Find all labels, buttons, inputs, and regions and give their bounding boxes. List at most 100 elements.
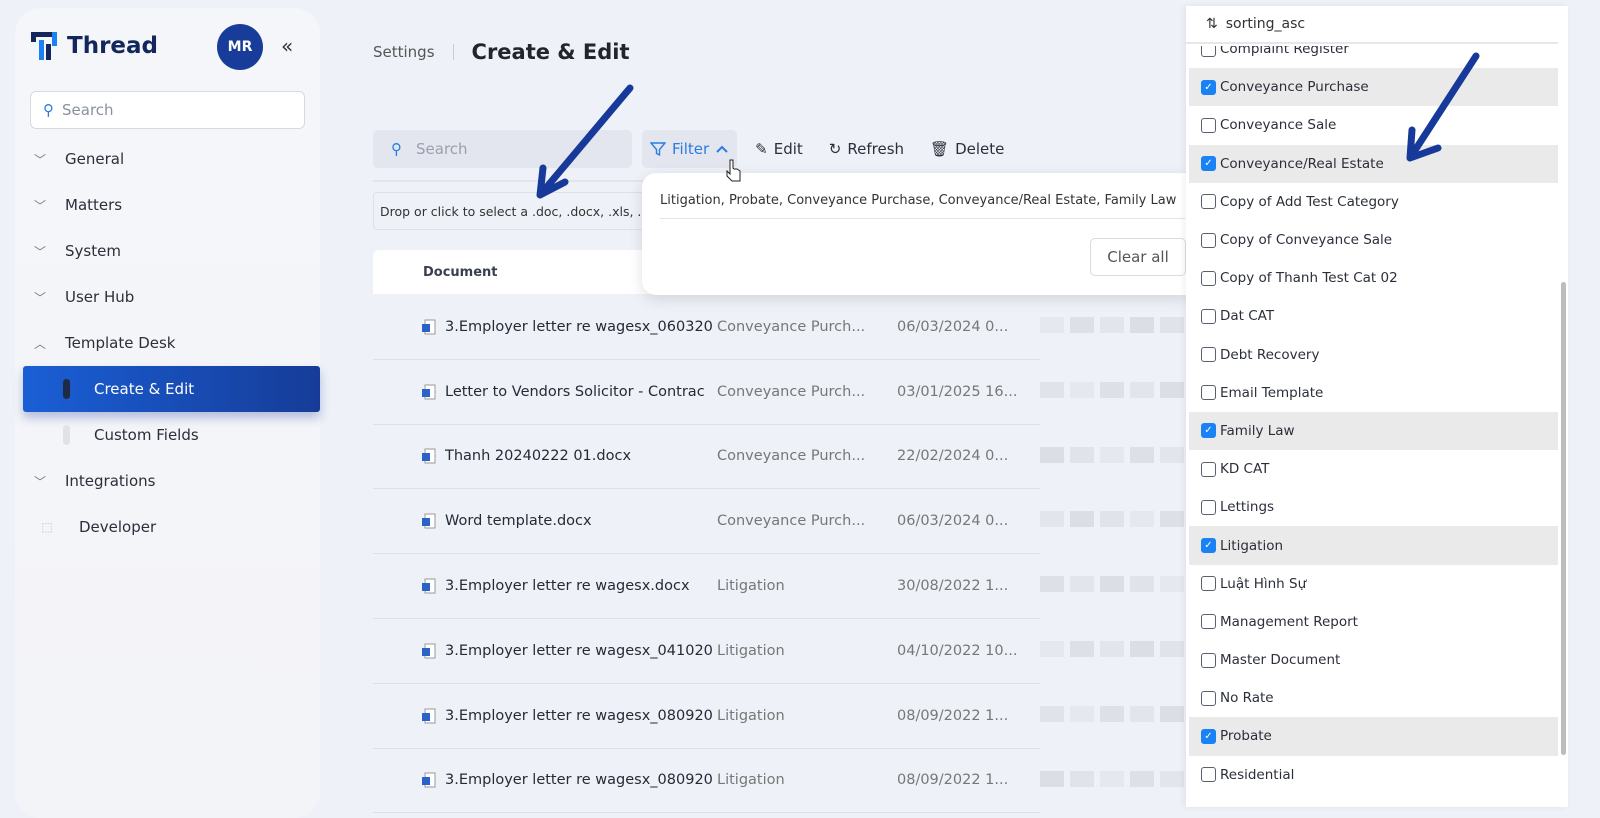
checkbox[interactable]: ✓ bbox=[1201, 156, 1216, 172]
checkbox[interactable] bbox=[1201, 308, 1216, 324]
breadcrumb-divider bbox=[452, 44, 454, 60]
document-name[interactable]: Thanh 20240222 01.docx bbox=[445, 448, 717, 464]
document-name[interactable]: 3.Employer letter re wagesx_060320 bbox=[445, 319, 717, 335]
table-row[interactable]: 3.Employer letter re wagesx_041020 Litiga… bbox=[373, 619, 1040, 684]
category-option[interactable]: Residential bbox=[1189, 756, 1558, 794]
search-input[interactable]: ⚲ Search bbox=[373, 130, 632, 168]
checkbox[interactable] bbox=[1201, 614, 1216, 630]
table-row[interactable]: Word template.docx Conveyance Purch... 06/… bbox=[373, 489, 1040, 555]
sort-icon: ⇅ bbox=[1206, 16, 1218, 32]
sidebar-item-label: Custom Fields bbox=[94, 426, 199, 444]
sidebar-item-matters[interactable]: ﹀ Matters bbox=[15, 182, 320, 228]
file-drop-zone[interactable]: Drop or click to select a .doc, .docx, .… bbox=[373, 192, 653, 230]
redacted-column bbox=[1040, 295, 1185, 807]
document-name[interactable]: 3.Employer letter re wagesx_080920 bbox=[445, 708, 717, 724]
delete-button[interactable]: 🗑 Delete bbox=[922, 130, 1012, 168]
option-label: Family Law bbox=[1220, 422, 1295, 439]
sidebar-item-create-edit[interactable]: Create & Edit bbox=[23, 366, 320, 412]
table-row[interactable]: 3.Employer letter re wagesx_080920 Litiga… bbox=[373, 684, 1040, 749]
filter-selected-values[interactable]: Litigation, Probate, Conveyance Purchase… bbox=[660, 193, 1185, 219]
category-option[interactable]: ✓ Family Law bbox=[1189, 411, 1558, 451]
checkbox[interactable] bbox=[1201, 461, 1216, 477]
option-label: Conveyance Purchase bbox=[1220, 79, 1369, 96]
category-option[interactable]: No Rate bbox=[1189, 679, 1558, 717]
sidebar-item-developer[interactable]: ⬚ Developer bbox=[15, 504, 320, 550]
checkbox[interactable]: ✓ bbox=[1201, 728, 1216, 744]
option-label: KD CAT bbox=[1220, 461, 1270, 478]
document-name[interactable]: 3.Employer letter re wagesx_041020 bbox=[445, 643, 717, 659]
refresh-button[interactable]: ↻ Refresh bbox=[821, 130, 912, 168]
word-document-icon bbox=[422, 513, 436, 529]
category-options[interactable]: Complaint Register ✓ Conveyance Purchase Co… bbox=[1186, 46, 1558, 807]
category-option[interactable]: Dat CAT bbox=[1189, 297, 1558, 335]
filter-icon bbox=[650, 142, 666, 157]
sidebar-item-custom-fields[interactable]: Custom Fields bbox=[15, 412, 320, 458]
category-option[interactable]: Copy of Add Test Category bbox=[1189, 183, 1558, 221]
category-option[interactable]: ✓ Probate bbox=[1189, 717, 1558, 756]
double-chevron-left-icon[interactable]: « bbox=[281, 34, 293, 58]
filter-button[interactable]: Filter bbox=[642, 130, 738, 168]
redacted-cell bbox=[1100, 641, 1124, 657]
category-option[interactable]: ✓ Litigation bbox=[1189, 526, 1558, 565]
checkbox[interactable]: ✓ bbox=[1201, 538, 1216, 554]
category-option[interactable]: ✓ Conveyance Purchase bbox=[1189, 68, 1558, 107]
category-option[interactable]: Conveyance Sale bbox=[1189, 106, 1558, 144]
sort-header[interactable]: ⇅ sorting_asc bbox=[1186, 6, 1558, 44]
checkbox[interactable] bbox=[1201, 194, 1216, 210]
category-option[interactable]: KD CAT bbox=[1189, 450, 1558, 488]
checkbox[interactable] bbox=[1201, 232, 1216, 248]
table-row[interactable]: 3.Employer letter re wagesx_080920 Litiga… bbox=[373, 749, 1040, 814]
nav-indicator bbox=[63, 425, 70, 445]
document-name[interactable]: Letter to Vendors Solicitor - Contrac bbox=[445, 384, 717, 400]
category-option[interactable]: Copy of Thanh Test Cat 02 bbox=[1189, 259, 1558, 297]
checkbox[interactable] bbox=[1201, 652, 1216, 668]
edit-button[interactable]: ✎ Edit bbox=[747, 130, 811, 168]
option-label: Conveyance/Real Estate bbox=[1220, 155, 1384, 172]
word-document-icon bbox=[422, 772, 436, 788]
document-category: Litigation bbox=[717, 772, 785, 789]
category-option[interactable]: Luật Hình Sự bbox=[1189, 565, 1558, 603]
checkbox[interactable]: ✓ bbox=[1201, 79, 1216, 95]
document-name[interactable]: 3.Employer letter re wagesx_080920 bbox=[445, 772, 717, 788]
document-name[interactable]: 3.Employer letter re wagesx.docx bbox=[445, 578, 717, 594]
sidebar-item-integrations[interactable]: ﹀ Integrations bbox=[15, 458, 320, 504]
checkbox[interactable] bbox=[1201, 117, 1216, 133]
chevron-up-icon: ︿ bbox=[33, 336, 46, 351]
document-name[interactable]: Word template.docx bbox=[445, 513, 717, 529]
dropdown-scrollbar[interactable] bbox=[1561, 282, 1566, 755]
category-option[interactable]: Management Report bbox=[1189, 603, 1558, 641]
checkbox[interactable] bbox=[1201, 347, 1216, 363]
sidebar-item-user-hub[interactable]: ﹀ User Hub bbox=[15, 274, 320, 320]
sidebar-item-general[interactable]: ﹀ General bbox=[15, 136, 320, 182]
table-row[interactable]: Thanh 20240222 01.docx Conveyance Purch..… bbox=[373, 425, 1040, 490]
breadcrumb-settings[interactable]: Settings bbox=[373, 43, 435, 61]
avatar[interactable]: MR bbox=[217, 24, 263, 70]
redacted-cell bbox=[1040, 446, 1064, 463]
checkbox[interactable] bbox=[1201, 499, 1216, 515]
table-row[interactable]: 3.Employer letter re wagesx_060320 Convey… bbox=[373, 295, 1040, 360]
checkbox[interactable] bbox=[1201, 690, 1216, 706]
search-icon: ⚲ bbox=[43, 101, 54, 119]
category-option[interactable]: Master Document bbox=[1189, 641, 1558, 679]
table-row[interactable]: 3.Employer letter re wagesx.docx Litigati… bbox=[373, 554, 1040, 619]
redacted-cell bbox=[1130, 317, 1154, 333]
document-date: 06/03/2024 0... bbox=[897, 513, 1009, 530]
redacted-cell bbox=[1070, 381, 1094, 398]
sidebar-item-system[interactable]: ﹀ System bbox=[15, 228, 320, 274]
checkbox[interactable] bbox=[1201, 270, 1216, 286]
category-option[interactable]: ✓ Conveyance/Real Estate bbox=[1189, 144, 1558, 183]
sidebar-item-template-desk[interactable]: ︿ Template Desk bbox=[15, 320, 320, 366]
checkbox[interactable]: ✓ bbox=[1201, 423, 1216, 439]
sidebar-search-input[interactable]: ⚲ Search bbox=[30, 91, 305, 129]
checkbox[interactable] bbox=[1201, 767, 1216, 783]
category-option[interactable]: Copy of Conveyance Sale bbox=[1189, 221, 1558, 259]
clear-all-button[interactable]: Clear all bbox=[1090, 238, 1186, 276]
category-option[interactable]: Lettings bbox=[1189, 488, 1558, 526]
column-document[interactable]: Document bbox=[423, 265, 498, 280]
table-row[interactable]: Letter to Vendors Solicitor - Contrac Con… bbox=[373, 360, 1040, 425]
checkbox[interactable] bbox=[1201, 385, 1216, 401]
category-option[interactable]: Email Template bbox=[1189, 374, 1558, 412]
category-option[interactable]: Debt Recovery bbox=[1189, 336, 1558, 374]
checkbox[interactable] bbox=[1201, 576, 1216, 592]
redacted-cell bbox=[1160, 446, 1184, 463]
